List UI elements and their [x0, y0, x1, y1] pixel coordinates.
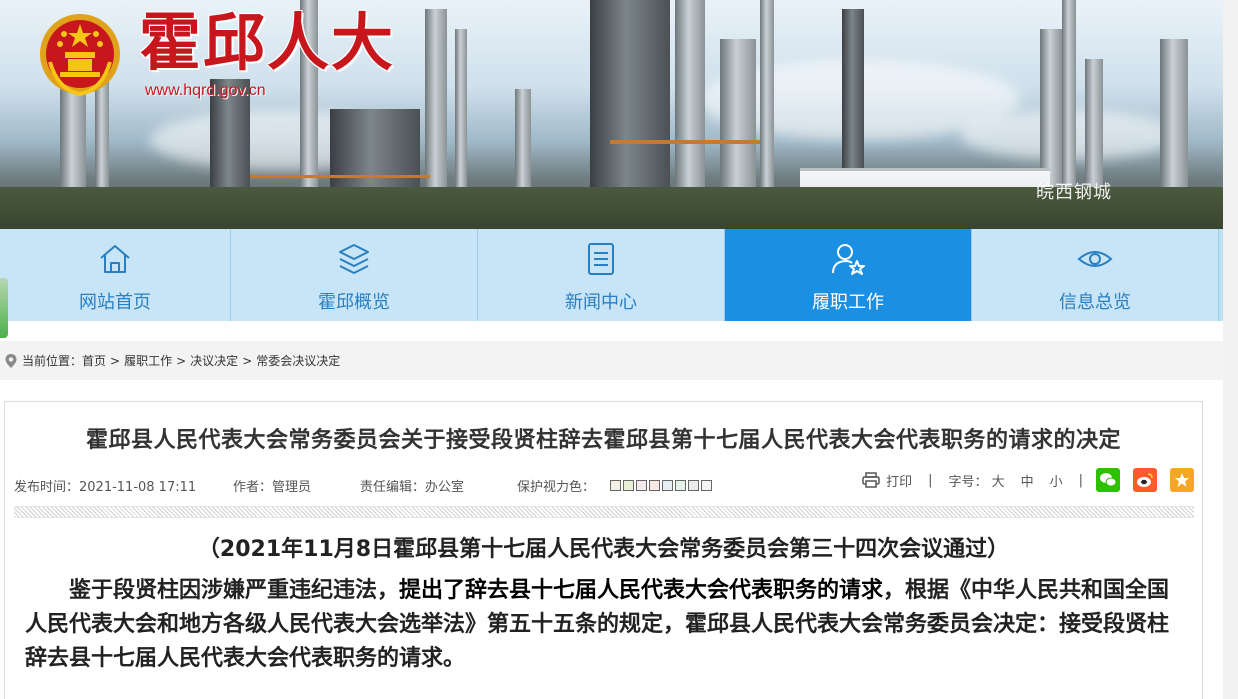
eye-icon — [1077, 251, 1113, 267]
breadcrumb-separator: > — [242, 353, 253, 368]
nav-item-duties[interactable]: 履职工作 — [725, 229, 972, 321]
nav-label: 履职工作 — [812, 292, 884, 313]
print-link[interactable]: 打印 — [886, 471, 912, 490]
font-size-label: 字号： — [948, 474, 988, 490]
nav-label: 信息总览 — [1059, 292, 1131, 313]
article: 霍邱县人民代表大会常务委员会关于接受段贤柱辞去霍邱县第十七届人民代表大会代表职务… — [4, 401, 1203, 699]
eye-color-label: 保护视力色： — [517, 480, 596, 495]
author: 作者：管理员 — [233, 480, 312, 495]
tools-divider: | — [928, 472, 933, 488]
color-swatch[interactable] — [675, 480, 686, 491]
nav-label: 霍邱概览 — [318, 292, 390, 313]
site-url: www.hqrd.gov.cn — [145, 82, 266, 99]
body-part-1: 鉴于段贤柱因涉嫌严重违纪违法， — [69, 578, 400, 603]
nav-item-news[interactable]: 新闻中心 — [478, 229, 725, 321]
main-nav: 网站首页 霍邱概览 新闻中心 履职工作 信息总览 — [0, 229, 1223, 321]
tools-divider: | — [1078, 472, 1083, 488]
breadcrumb-separator: > — [176, 353, 187, 368]
dotted-divider — [14, 506, 1194, 518]
color-swatch[interactable] — [662, 480, 673, 491]
nav-label: 新闻中心 — [565, 292, 637, 313]
color-swatch[interactable] — [688, 480, 699, 491]
article-subtitle: （2021年11月8日霍邱县第十七届人民代表大会常务委员会第三十四次会议通过） — [197, 537, 1010, 562]
print-icon[interactable] — [862, 472, 880, 488]
list-icon — [588, 243, 614, 275]
header-banner: 霍邱人大 www.hqrd.gov.cn 皖西钢城 — [0, 0, 1223, 229]
breadcrumb-home[interactable]: 首页 — [82, 352, 106, 369]
publish-time: 发布时间：2021-11-08 17:11 — [14, 480, 197, 495]
color-swatch[interactable] — [636, 480, 647, 491]
breadcrumb-duties[interactable]: 履职工作 — [124, 352, 172, 369]
user-star-icon — [832, 244, 865, 275]
editor: 责任编辑：办公室 — [360, 480, 465, 495]
article-meta: 发布时间：2021-11-08 17:11 作者：管理员 责任编辑：办公室 保护… — [14, 468, 1194, 496]
site-title: 霍邱人大 — [139, 6, 396, 79]
article-tools: 打印 | 字号： 大 中 小 | — [862, 468, 1194, 492]
article-body: 鉴于段贤柱因涉嫌严重违纪违法，提出了辞去县十七届人民代表大会代表职务的请求，根据… — [25, 574, 1185, 676]
breadcrumb-decisions[interactable]: 决议决定 — [190, 352, 238, 369]
breadcrumb-separator: > — [110, 353, 121, 368]
weibo-share-icon[interactable] — [1133, 468, 1157, 492]
layers-icon — [339, 244, 369, 274]
font-size-medium[interactable]: 中 — [1021, 471, 1034, 490]
page-scroll-gutter — [1223, 0, 1238, 699]
breadcrumb-bar: 当前位置： 首页 > 履职工作 > 决议决定 > 常委会决议决定 — [0, 341, 1223, 380]
body-part-2: 提出了辞去县十七届人民代表大会代表职务的请求 — [399, 578, 884, 603]
wechat-share-icon[interactable] — [1096, 468, 1120, 492]
eye-color-swatches — [610, 480, 712, 491]
nav-item-info[interactable]: 信息总览 — [972, 229, 1219, 321]
breadcrumb-prefix: 当前位置： — [22, 354, 83, 368]
color-swatch[interactable] — [701, 480, 712, 491]
home-icon — [100, 245, 130, 273]
banner-watermark: 皖西钢城 — [1036, 182, 1112, 203]
favorite-star-icon[interactable] — [1170, 468, 1194, 492]
color-swatch[interactable] — [649, 480, 660, 491]
font-size-big[interactable]: 大 — [992, 471, 1005, 490]
nav-item-overview[interactable]: 霍邱概览 — [231, 229, 478, 321]
color-swatch[interactable] — [610, 480, 621, 491]
location-pin-icon — [5, 353, 17, 368]
nav-item-home[interactable]: 网站首页 — [0, 229, 231, 321]
nav-label: 网站首页 — [79, 292, 151, 313]
breadcrumb: 当前位置： 首页 > 履职工作 > 决议决定 > 常委会决议决定 — [4, 352, 340, 369]
color-swatch[interactable] — [623, 480, 634, 491]
article-title: 霍邱县人民代表大会常务委员会关于接受段贤柱辞去霍邱县第十七届人民代表大会代表职务… — [85, 428, 1121, 453]
breadcrumb-standing-committee[interactable]: 常委会决议决定 — [256, 352, 340, 369]
side-handle[interactable] — [0, 278, 8, 338]
font-size-small[interactable]: 小 — [1050, 471, 1063, 490]
national-emblem-icon — [40, 14, 120, 97]
